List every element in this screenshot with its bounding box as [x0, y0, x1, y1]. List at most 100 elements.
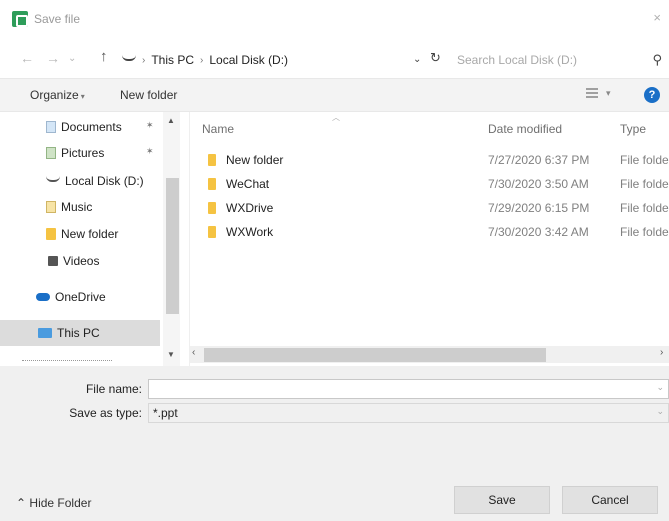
file-type: File folder [620, 177, 669, 191]
organize-button[interactable]: Organize ▾ [30, 88, 85, 102]
scrollbar-thumb[interactable] [166, 178, 179, 314]
file-row[interactable]: WXWork 7/30/2020 3:42 AM File folder [190, 220, 669, 244]
scroll-left-icon[interactable]: ‹ [192, 347, 195, 358]
folder-icon [46, 228, 56, 240]
sidebar-item-new-folder[interactable]: New folder [0, 221, 160, 247]
file-row[interactable]: WXDrive 7/29/2020 6:15 PM File folder [190, 196, 669, 220]
sidebar-item-label: Local Disk (D:) [65, 174, 144, 188]
file-name: WXWork [226, 225, 274, 239]
sidebar-item-label: This PC [57, 326, 100, 340]
column-header-name[interactable]: Name [202, 122, 234, 136]
back-icon[interactable]: ← [20, 50, 34, 66]
file-name: WeChat [226, 177, 270, 191]
search-icon: ⚲ [652, 52, 662, 67]
folder-icon [208, 226, 216, 238]
toolbar: Organize ▾ New folder ▾ ? [0, 78, 669, 112]
folder-icon [208, 202, 216, 214]
onedrive-icon [36, 293, 50, 301]
file-date: 7/29/2020 6:15 PM [488, 201, 590, 215]
chevron-up-icon: ⌃ [16, 496, 27, 510]
app-icon [12, 11, 28, 27]
recent-locations-icon[interactable]: ⌄ [68, 53, 76, 64]
organize-label: Organize [30, 88, 79, 102]
sidebar-item-music[interactable]: Music [0, 194, 160, 220]
file-row[interactable]: New folder 7/27/2020 6:37 PM File folder [190, 148, 669, 172]
address-bar: ← → ⌄ ↑ › This PC › Local Disk (D:) ⌄ ↻ … [0, 42, 669, 74]
sidebar-item-label: Videos [63, 254, 100, 268]
cancel-button[interactable]: Cancel [562, 486, 658, 514]
save-button[interactable]: Save [454, 486, 550, 514]
save-type-select[interactable]: *.ppt ⌄ [148, 403, 669, 423]
sidebar-item-onedrive[interactable]: OneDrive [0, 284, 160, 310]
music-icon [46, 201, 56, 213]
chevron-down-icon[interactable]: ⌄ [656, 382, 664, 393]
chevron-down-icon: ▾ [80, 92, 85, 101]
sidebar-item-label: Music [61, 200, 93, 214]
save-type-label: Save as type: [69, 406, 142, 420]
scroll-up-icon[interactable]: ▲ [167, 116, 175, 125]
drive-icon [122, 55, 136, 61]
horizontal-scrollbar[interactable]: ‹ › [190, 346, 669, 363]
sidebar-item-documents[interactable]: Documents ✶ [0, 114, 160, 140]
sidebar-item-label: Pictures [61, 146, 105, 160]
up-icon[interactable]: ↑ [100, 48, 108, 65]
save-options-panel: File name: ⌄ Save as type: *.ppt ⌄ ⌃ Hid… [0, 366, 669, 521]
view-options-icon[interactable] [586, 88, 598, 100]
breadcrumb-local-disk[interactable]: Local Disk (D:) [209, 53, 288, 67]
help-icon[interactable]: ? [644, 87, 660, 103]
file-name-label: File name: [85, 382, 142, 396]
sidebar-item-this-pc[interactable]: This PC [0, 320, 160, 346]
this-pc-icon [38, 328, 52, 338]
address-dropdown-icon[interactable]: ⌄ [413, 54, 421, 65]
scroll-down-icon[interactable]: ▼ [167, 350, 175, 359]
documents-icon [46, 121, 56, 133]
chevron-down-icon[interactable]: ⌄ [656, 406, 664, 417]
file-type: File folder [620, 201, 669, 215]
breadcrumb-this-pc[interactable]: This PC [151, 53, 194, 67]
window-title: Save file [34, 12, 81, 26]
title-bar: Save file × [0, 0, 669, 36]
file-list: ︿ Name Date modified Type New folder 7/2… [190, 112, 669, 366]
sidebar-item-pictures[interactable]: Pictures ✶ [0, 140, 160, 166]
forward-icon[interactable]: → [46, 50, 60, 66]
hide-folder-label: Hide Folder [29, 496, 92, 510]
column-header-date[interactable]: Date modified [488, 122, 562, 136]
pictures-icon [46, 147, 56, 159]
file-date: 7/30/2020 3:42 AM [488, 225, 589, 239]
column-header-type[interactable]: Type [620, 122, 646, 136]
pin-icon: ✶ [146, 146, 154, 156]
chevron-down-icon[interactable]: ▾ [606, 88, 611, 99]
sidebar-item-local-disk[interactable]: Local Disk (D:) [0, 168, 160, 194]
breadcrumb[interactable]: › This PC › Local Disk (D:) [122, 49, 436, 71]
navigation-pane: Documents ✶ Pictures ✶ Local Disk (D:) M… [0, 112, 190, 366]
scrollbar-thumb[interactable] [204, 348, 546, 362]
hide-folder-button[interactable]: ⌃ Hide Folder [16, 496, 91, 510]
drive-icon [46, 176, 60, 182]
sidebar-item-label: OneDrive [55, 290, 106, 304]
pin-icon: ✶ [146, 120, 154, 130]
file-name-field[interactable]: ⌄ [148, 379, 669, 399]
file-type: File folder [620, 225, 669, 239]
search-box[interactable]: Search Local Disk (D:) ⚲ [452, 49, 662, 71]
file-name: WXDrive [226, 201, 274, 215]
save-type-value: *.ppt [153, 406, 178, 420]
refresh-icon[interactable]: ↻ [430, 50, 441, 66]
new-folder-button[interactable]: New folder [120, 88, 177, 102]
sidebar-item-label: New folder [61, 227, 119, 241]
file-name: New folder [226, 153, 284, 167]
folder-icon [208, 178, 216, 190]
sidebar-item-videos[interactable]: Videos [0, 248, 160, 274]
sidebar-scrollbar[interactable]: ▲ ▼ [163, 112, 180, 366]
file-date: 7/27/2020 6:37 PM [488, 153, 590, 167]
chevron-right-icon: › [142, 54, 146, 66]
chevron-right-icon: › [200, 54, 204, 66]
search-input[interactable]: Search Local Disk (D:) [457, 53, 577, 67]
file-date: 7/30/2020 3:50 AM [488, 177, 589, 191]
scroll-right-icon[interactable]: › [660, 347, 663, 358]
file-row[interactable]: WeChat 7/30/2020 3:50 AM File folder [190, 172, 669, 196]
folder-icon [208, 154, 216, 166]
videos-icon [48, 256, 58, 266]
sort-indicator-icon: ︿ [332, 113, 340, 122]
close-icon[interactable]: × [653, 10, 661, 25]
file-type: File folder [620, 153, 669, 167]
